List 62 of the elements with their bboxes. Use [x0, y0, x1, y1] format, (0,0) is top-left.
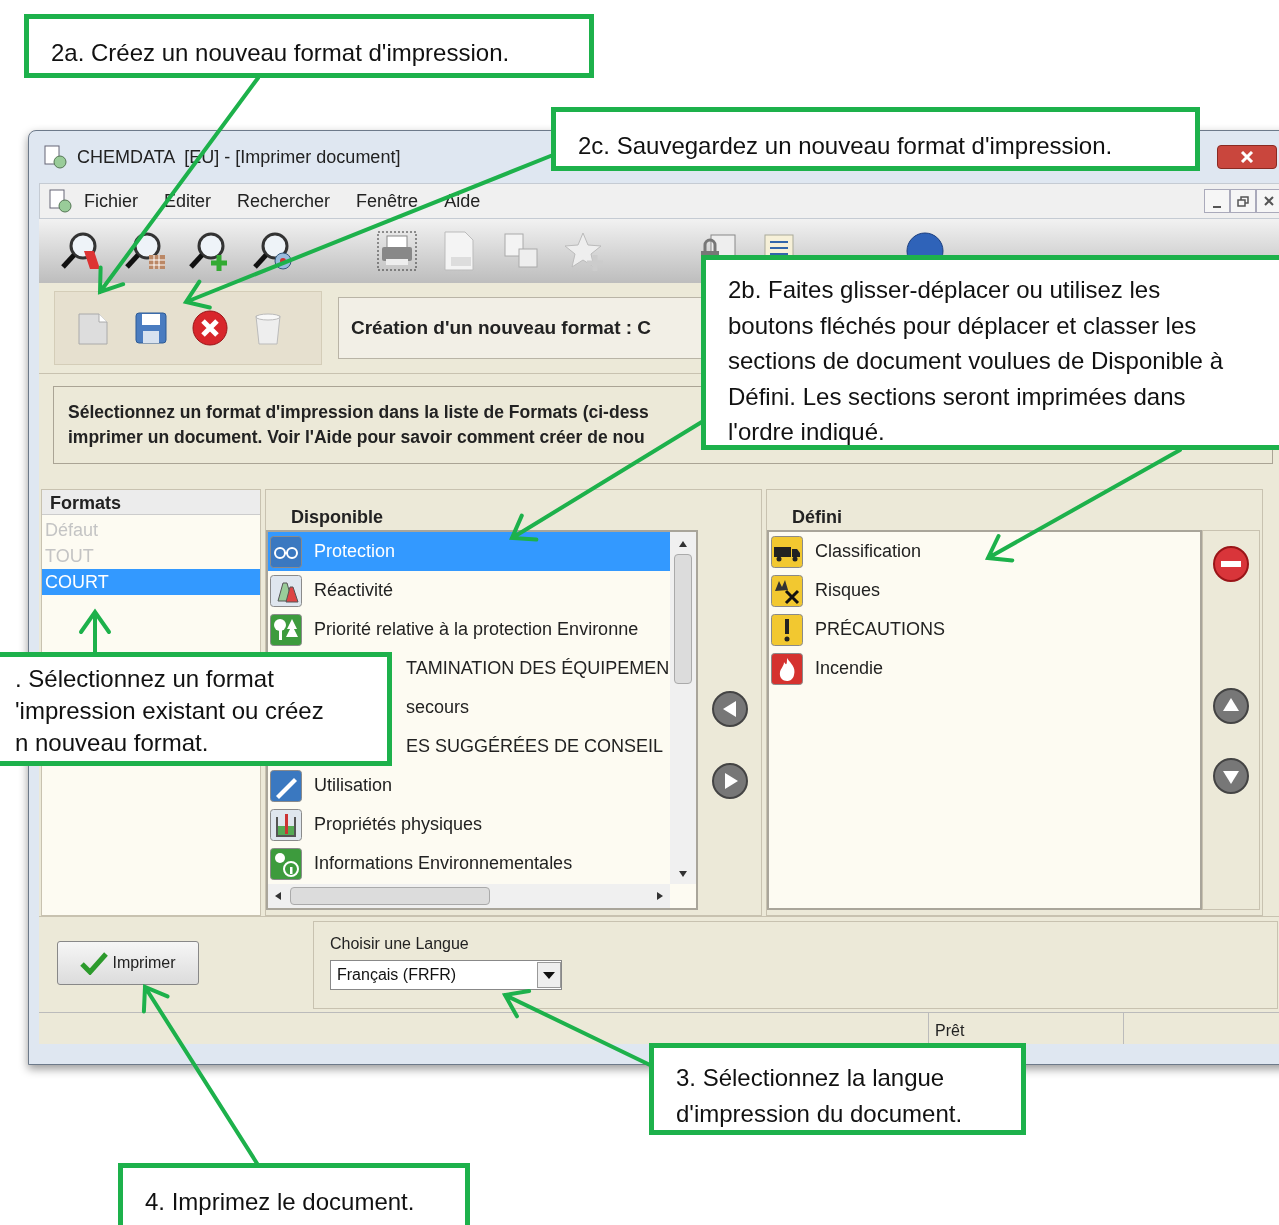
callout-text: 2c. Sauvegardez un nouveau format d'impression. — [578, 131, 1114, 161]
section-item[interactable]: PRÉCAUTIONS — [769, 610, 1200, 649]
menu-item[interactable]: Rechercher — [237, 187, 331, 215]
column-header: Défini — [791, 506, 843, 529]
section-item[interactable]: Réactivité — [268, 571, 670, 610]
column-header: Disponible — [290, 506, 384, 529]
menu-item[interactable]: Fichier — [84, 187, 138, 215]
close-button[interactable] — [1256, 189, 1279, 213]
callout-text: 3. Sélectionnez la langue d'impression du document. — [676, 1063, 964, 1129]
flask-document-icon — [43, 144, 69, 170]
callout-text: 2b. Faites glisser-déplacer ou utilisez les boutons fléchés pour déplacer et classer les sections de document voulues de Disponible à Défini. Les sections seront imprimées dans l'ordre indiqué. — [728, 275, 1224, 447]
cancel-icon[interactable] — [191, 309, 229, 347]
section-item[interactable]: Propriétés physiques — [268, 805, 670, 844]
flask-document-icon — [48, 188, 74, 214]
exclamation-icon — [771, 613, 803, 646]
callout-text: . Sélectionnez un format 'impression existant ou créez n nouveau format. — [15, 664, 325, 758]
callout-text: 2a. Créez un nouveau format d'impression. — [51, 38, 511, 68]
move-up-button[interactable] — [1212, 687, 1250, 725]
trees-icon — [270, 613, 302, 646]
printer-icon[interactable] — [375, 229, 419, 273]
restore-button[interactable] — [1230, 189, 1256, 213]
glasses-icon — [270, 535, 302, 568]
scroll-thumb[interactable] — [674, 554, 692, 684]
section-item[interactable]: Priorité relative à la protection Environne — [268, 610, 670, 649]
column-header: Formats — [42, 490, 260, 515]
right-arrow-button[interactable] — [710, 762, 749, 800]
beaker-icon — [270, 808, 302, 841]
flame-cross-icon — [771, 574, 803, 607]
save-icon[interactable] — [133, 310, 169, 346]
restore-icon — [1237, 195, 1249, 207]
language-dropdown[interactable]: Français (FRFR) — [330, 960, 562, 990]
tree-info-icon — [270, 847, 302, 880]
vertical-scrollbar[interactable] — [670, 532, 696, 884]
checkmark-icon — [80, 951, 109, 975]
horizontal-scrollbar[interactable] — [268, 884, 670, 908]
flasks-icon — [270, 574, 302, 607]
scroll-down-icon[interactable] — [678, 870, 688, 878]
section-item[interactable]: Classification — [769, 532, 1200, 571]
section-item[interactable]: Informations Environnementales — [268, 844, 670, 883]
info-text: Sélectionnez un format d'impression dans la liste de Formats (ci-dess imprimer un document. Voir l'Aide pour savoir comment créer de nou — [68, 401, 649, 449]
left-arrow-button[interactable] — [710, 690, 749, 728]
callout-text: 4. Imprimez le document. — [145, 1187, 416, 1217]
close-icon — [1240, 151, 1254, 163]
scroll-left-icon[interactable] — [274, 891, 282, 901]
section-item[interactable]: Utilisation — [268, 766, 670, 805]
move-down-button[interactable] — [1212, 757, 1250, 795]
pen-icon — [270, 769, 302, 802]
flame-icon — [771, 652, 803, 685]
scroll-up-icon[interactable] — [678, 540, 688, 548]
section-item[interactable]: Risques — [769, 571, 1200, 610]
truck-icon — [771, 535, 803, 568]
section-item[interactable]: Incendie — [769, 649, 1200, 688]
menu-item[interactable]: Fenêtre — [356, 187, 419, 215]
format-heading: Création d'un nouveau format : C — [351, 315, 652, 340]
field-label: Choisir une Langue — [330, 934, 470, 954]
print-button[interactable]: Imprimer — [57, 941, 199, 985]
scroll-right-icon[interactable] — [656, 891, 664, 901]
minimize-button[interactable] — [1204, 189, 1230, 213]
remove-button[interactable] — [1212, 545, 1250, 583]
scroll-thumb[interactable] — [290, 887, 490, 905]
close-button[interactable] — [1217, 145, 1277, 169]
close-icon — [1264, 196, 1274, 206]
